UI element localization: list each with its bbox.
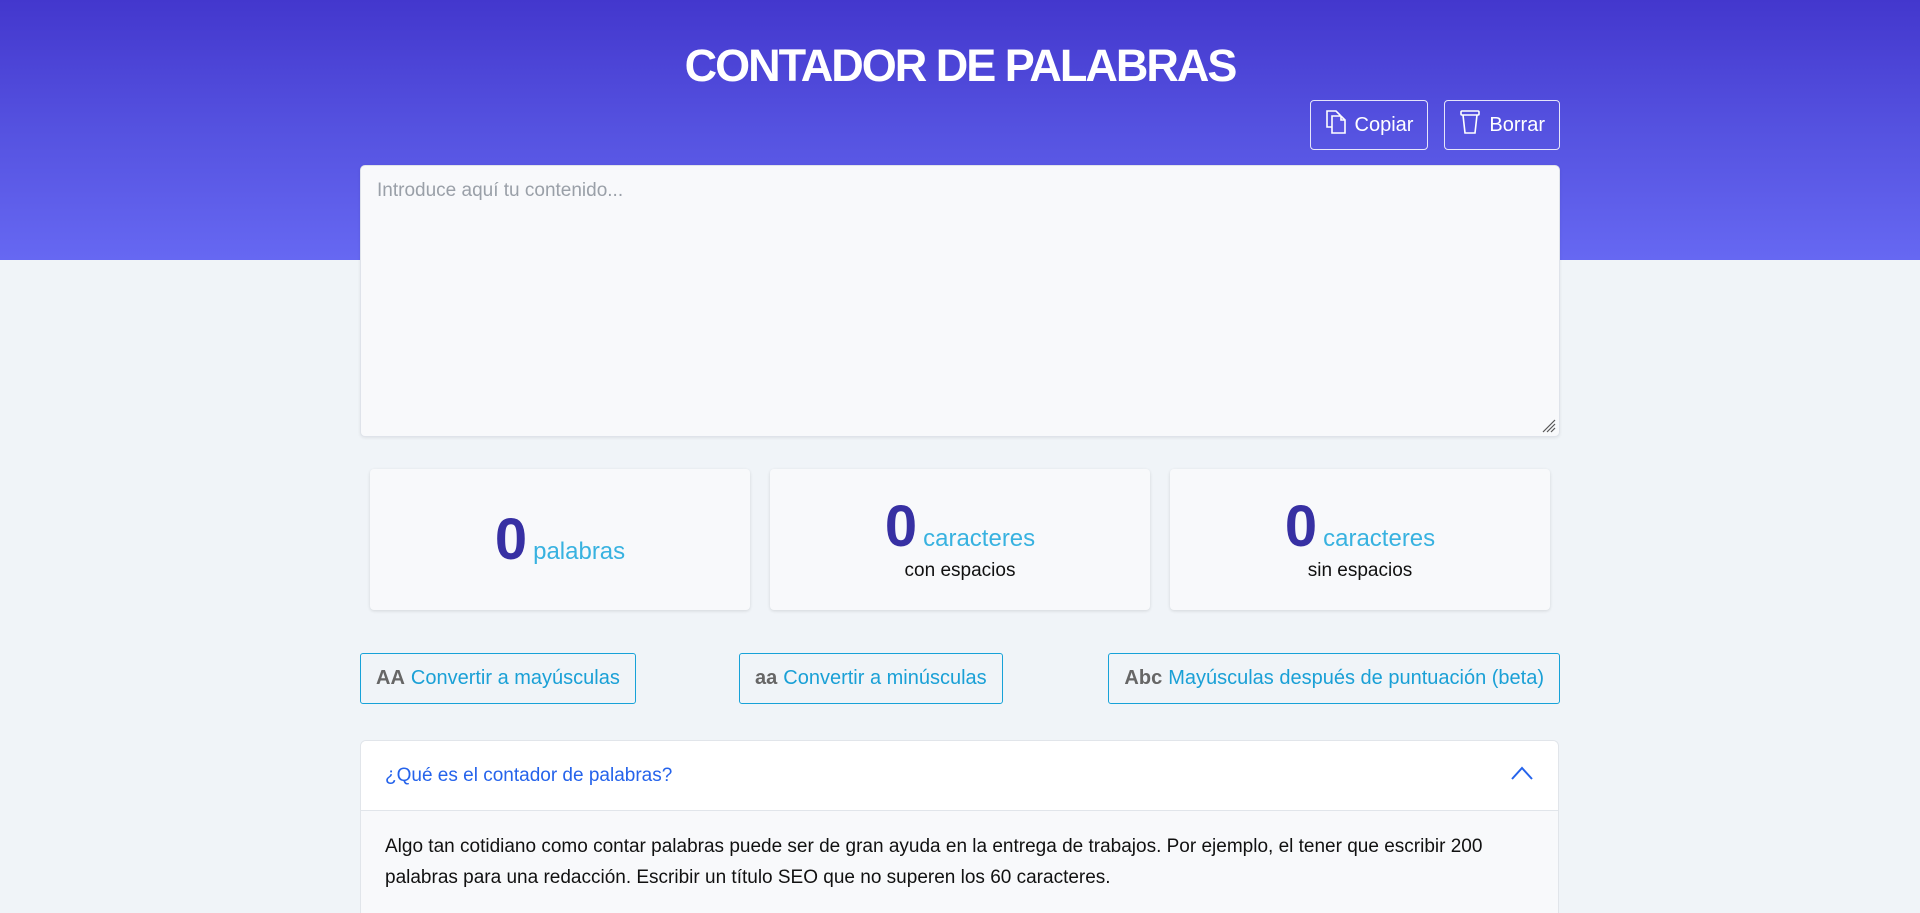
editor-toolbar: Copiar Borrar <box>1309 100 1560 150</box>
clear-button[interactable]: Borrar <box>1444 100 1560 150</box>
faq-question: ¿Qué es el contador de palabras? <box>385 764 673 786</box>
lowercase-icon: aa <box>755 667 778 689</box>
copy-button[interactable]: Copiar <box>1309 100 1429 150</box>
copy-icon <box>1325 109 1347 141</box>
lowercase-button[interactable]: aa Convertir a minúsculas <box>739 653 1003 704</box>
char-with-spaces-label: con espacios <box>904 559 1016 581</box>
word-count-card: 0 palabras <box>370 469 750 610</box>
char-without-spaces-value: 0 <box>1284 493 1318 559</box>
char-without-spaces-unit: caracteres <box>1323 524 1436 552</box>
faq-accordion: ¿Qué es el contador de palabras? Algo ta… <box>360 740 1559 913</box>
word-count-unit: palabras <box>533 537 626 565</box>
chevron-up-icon <box>1510 765 1534 787</box>
trash-icon <box>1459 109 1481 141</box>
char-with-spaces-value: 0 <box>884 493 918 559</box>
copy-button-label: Copiar <box>1354 113 1414 136</box>
uppercase-icon: AA <box>376 667 405 689</box>
char-with-spaces-unit: caracteres <box>923 524 1036 552</box>
char-without-spaces-label: sin espacios <box>1307 559 1413 581</box>
uppercase-button-label: Convertir a mayúsculas <box>410 667 620 689</box>
faq-answer: Algo tan cotidiano como contar palabras … <box>385 836 1483 888</box>
resize-handle[interactable] <box>1540 417 1556 433</box>
clear-button-label: Borrar <box>1489 113 1545 136</box>
sentence-case-icon: Abc <box>1124 667 1163 689</box>
char-count-without-spaces-card: 0 caracteres sin espacios <box>1170 469 1550 610</box>
page-title: CONTADOR DE PALABRAS <box>684 40 1238 91</box>
word-count-value: 0 <box>494 506 528 572</box>
char-count-with-spaces-card: 0 caracteres con espacios <box>770 469 1150 610</box>
uppercase-button[interactable]: AA Convertir a mayúsculas <box>360 653 636 704</box>
faq-toggle[interactable]: ¿Qué es el contador de palabras? <box>361 741 1558 811</box>
case-converter-row: AA Convertir a mayúsculas aa Convertir a… <box>360 653 1560 704</box>
editor-container <box>360 165 1560 437</box>
stats-panel: 0 palabras 0 caracteres con espacios 0 c… <box>370 469 1550 610</box>
content-textarea[interactable] <box>361 166 1559 436</box>
lowercase-button-label: Convertir a minúsculas <box>783 667 987 689</box>
sentence-case-button-label: Mayúsculas después de puntuación (beta) <box>1168 667 1544 689</box>
sentence-case-button[interactable]: Abc Mayúsculas después de puntuación (be… <box>1108 653 1560 704</box>
